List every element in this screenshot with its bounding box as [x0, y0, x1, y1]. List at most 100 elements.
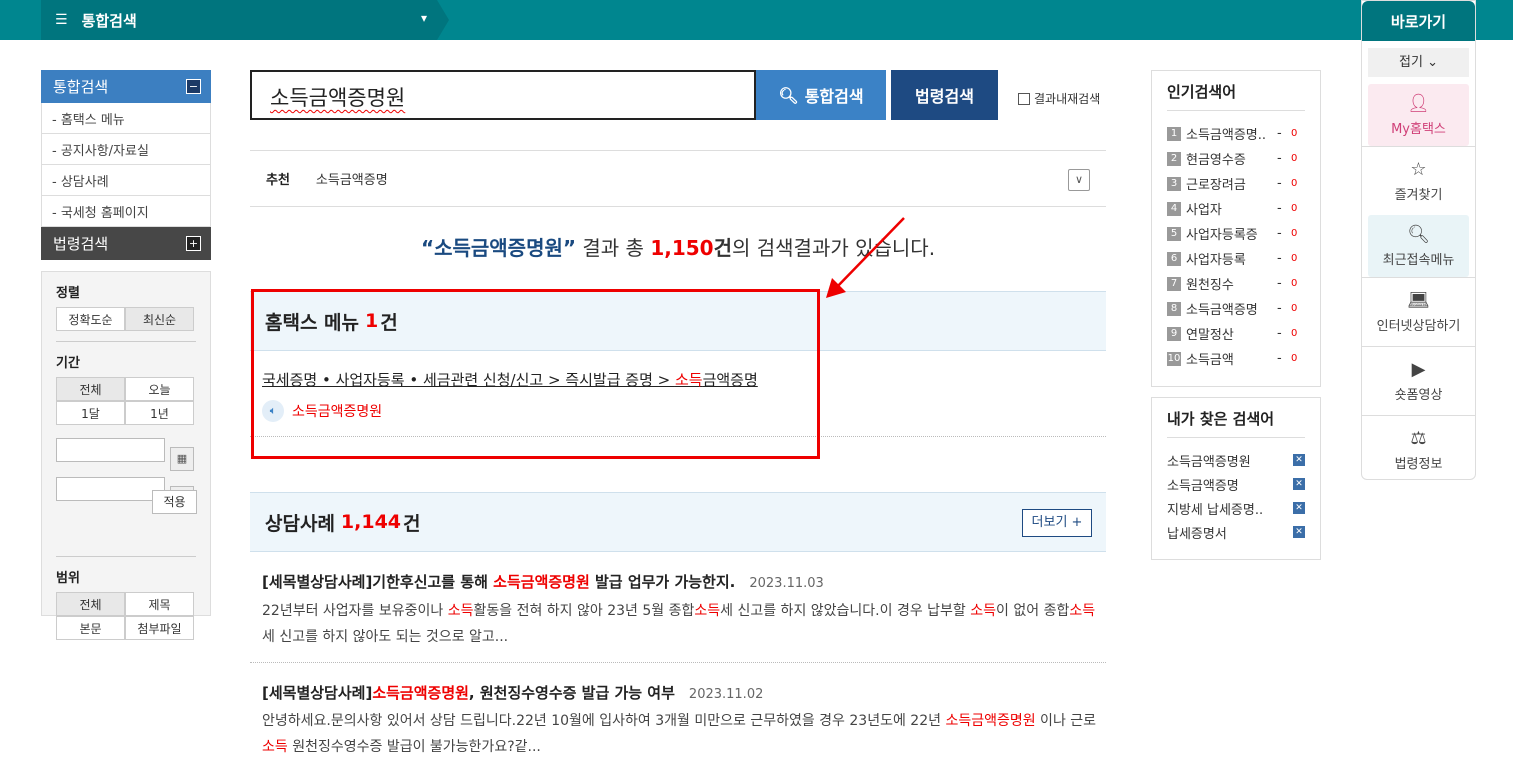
left-nav: 통합검색 − - 홈택스 메뉴 - 공지사항/자료실 - 상담사례 - 국세청 홈… [41, 70, 211, 260]
rank-change-count: 0 [1291, 228, 1298, 239]
search-within-results[interactable]: 결과내재검색 [1018, 90, 1100, 107]
post-title[interactable]: [세목별상담사례]소득금액증명원, 원천징수영수증 발급 가능 여부 2023.1… [262, 682, 763, 703]
popular-keyword-item[interactable]: 10 소득금액 -0 [1167, 346, 1305, 371]
my-keyword-item[interactable]: 납세증명서 ✕ [1167, 520, 1305, 544]
panel-title: 내가 찾은 검색어 [1167, 408, 1305, 438]
rank-change: - [1277, 176, 1282, 191]
recent-menu-link[interactable]: 🔍︎ 최근접속메뉴 [1368, 215, 1469, 277]
scope-title-button[interactable]: 제목 [125, 592, 194, 616]
popular-keyword-item[interactable]: 4 사업자 -0 [1167, 196, 1305, 221]
my-hometax-link[interactable]: 👤︎ My홈택스 [1368, 84, 1469, 146]
keyword-label: 소득금액증명 [1167, 478, 1239, 494]
fold-button[interactable]: 접기 ⌄ [1368, 48, 1469, 77]
quick-menu: 바로가기 접기 ⌄ 👤︎ My홈택스 ☆ 즐겨찾기 🔍︎ 최근접속메뉴 💻︎ 인터넷상담… [1361, 0, 1476, 480]
my-keyword-item[interactable]: 소득금액증명 ✕ [1167, 472, 1305, 496]
rank-change: - [1277, 226, 1282, 241]
my-keyword-item[interactable]: 소득금액증명원 ✕ [1167, 448, 1305, 472]
recommend-term[interactable]: 소득금액증명 [316, 169, 388, 188]
rank-badge: 9 [1167, 326, 1181, 341]
delete-icon[interactable]: ✕ [1293, 478, 1305, 490]
section-unit: 건 [403, 512, 421, 535]
rank-badge: 6 [1167, 251, 1181, 266]
recommend-bar: 추천 소득금액증명 ∨ [250, 150, 1106, 207]
integrated-search-button[interactable]: 🔍︎ 통합검색 [756, 70, 886, 120]
nav-item-hometax-menu[interactable]: - 홈택스 메뉴 [41, 103, 211, 134]
period-year-button[interactable]: 1년 [125, 401, 194, 425]
apply-button[interactable]: 적용 [152, 490, 197, 514]
scope-all-button[interactable]: 전체 [56, 592, 125, 616]
law-info-link[interactable]: ⚖ 법령정보 [1362, 415, 1475, 484]
rank-badge: 3 [1167, 176, 1181, 191]
start-date-input[interactable] [56, 438, 165, 462]
period-today-button[interactable]: 오늘 [125, 377, 194, 401]
chevron-down-icon[interactable]: ∨ [1068, 169, 1090, 191]
section-title: 상담사례 [265, 512, 335, 535]
rank-badge: 10 [1167, 351, 1181, 366]
keyword-label: 원천징수 [1186, 278, 1234, 293]
quick-label: 최근접속메뉴 [1382, 253, 1455, 268]
popular-keyword-item[interactable]: 7 원천징수 -0 [1167, 271, 1305, 296]
star-icon: ☆ [1410, 159, 1427, 180]
keyword-label: 납세증명서 [1167, 526, 1227, 542]
popular-keyword-item[interactable]: 6 사업자등록 -0 [1167, 246, 1305, 271]
shortform-video-link[interactable]: ▶ 숏폼영상 [1362, 346, 1475, 415]
post-body[interactable]: 안녕하세요.문의사항 있어서 상담 드립니다.22년 10월에 입사하여 3개월… [262, 708, 1097, 760]
recommend-label: 추천 [266, 173, 290, 188]
quick-label: My홈택스 [1391, 122, 1446, 137]
rank-change: - [1277, 351, 1282, 366]
more-button[interactable]: 더보기 + [1022, 509, 1092, 537]
popular-keyword-item[interactable]: 5 사업자등록증 -0 [1167, 221, 1305, 246]
gavel-icon: ⚖ [1410, 428, 1427, 449]
scope-attachment-button[interactable]: 첨부파일 [125, 616, 194, 640]
post-date: 2023.11.02 [688, 687, 764, 702]
quick-label: 법령정보 [1394, 457, 1443, 472]
quick-menu-title: 바로가기 [1362, 1, 1475, 41]
expand-icon[interactable]: + [186, 236, 201, 251]
post-body[interactable]: 22년부터 사업자를 보유중이나 소득활동을 전혀 하지 않아 23년 5월 종… [262, 598, 1097, 650]
popular-keywords-panel: 인기검색어 1 소득금액증명.. -0 2 현금영수증 -0 3 근로장려금 -0 4 사업자 -0 5… [1151, 70, 1321, 387]
nav-law-header[interactable]: 법령검색 + [41, 227, 211, 260]
collapse-icon[interactable]: − [186, 79, 201, 94]
period-month-button[interactable]: 1달 [56, 401, 125, 425]
checkbox[interactable] [1018, 92, 1030, 105]
popular-keyword-item[interactable]: 9 연말정산 -0 [1167, 321, 1305, 346]
favorites-link[interactable]: ☆ 즐겨찾기 [1362, 146, 1475, 215]
delete-icon[interactable]: ✕ [1293, 526, 1305, 538]
rank-change-count: 0 [1291, 203, 1298, 214]
nav-item-consult[interactable]: - 상담사례 [41, 165, 211, 196]
keyword-label: 현금영수증 [1186, 153, 1246, 168]
nav-item-notice[interactable]: - 공지사항/자료실 [41, 134, 211, 165]
delete-icon[interactable]: ✕ [1293, 454, 1305, 466]
popular-keyword-item[interactable]: 3 근로장려금 -0 [1167, 171, 1305, 196]
online-consult-link[interactable]: 💻︎ 인터넷상담하기 [1362, 277, 1475, 346]
post-title[interactable]: [세목별상담사례]기한후신고를 통해 소득금액증명원 발급 업무가 가능한지. 2… [262, 571, 824, 592]
period-all-button[interactable]: 전체 [56, 377, 125, 401]
search-input[interactable]: 소득금액증명원 [250, 70, 756, 120]
calendar-icon[interactable]: ▦ [170, 447, 194, 471]
popular-keyword-item[interactable]: 8 소득금액증명 -0 [1167, 296, 1305, 321]
divider [250, 662, 1106, 663]
search-icon: 🔍︎ [778, 85, 799, 105]
rank-change-count: 0 [1291, 278, 1298, 289]
law-search-button[interactable]: 법령검색 [891, 70, 998, 120]
keyword-label: 소득금액 [1186, 353, 1234, 368]
sort-latest-button[interactable]: 최신순 [125, 307, 194, 331]
nav-integrated-header[interactable]: 통합검색 − [41, 70, 211, 103]
filter-panel: 정렬 정확도순최신순 기간 전체오늘 1달1년 ▦ ▦ 적용 범위 전체제목 본… [41, 271, 211, 640]
rank-change: - [1277, 126, 1282, 141]
popular-keyword-item[interactable]: 2 현금영수증 -0 [1167, 146, 1305, 171]
integrated-search-menu[interactable]: ☰ 통합검색 ▾ [41, 0, 437, 40]
popular-keyword-item[interactable]: 1 소득금액증명.. -0 [1167, 121, 1305, 146]
end-date-input[interactable] [56, 477, 165, 501]
summary-count: 1,150 [650, 236, 714, 260]
rank-change-count: 0 [1291, 128, 1298, 139]
my-keyword-item[interactable]: 지방세 납세증명.. ✕ [1167, 496, 1305, 520]
rank-change: - [1277, 326, 1282, 341]
summary-text: 결과 총 [576, 236, 651, 260]
rank-badge: 7 [1167, 276, 1181, 291]
sort-accuracy-button[interactable]: 정확도순 [56, 307, 125, 331]
rank-change-count: 0 [1291, 153, 1298, 164]
scope-body-button[interactable]: 본문 [56, 616, 125, 640]
delete-icon[interactable]: ✕ [1293, 502, 1305, 514]
nav-item-nts-home[interactable]: - 국세청 홈페이지 [41, 196, 211, 227]
